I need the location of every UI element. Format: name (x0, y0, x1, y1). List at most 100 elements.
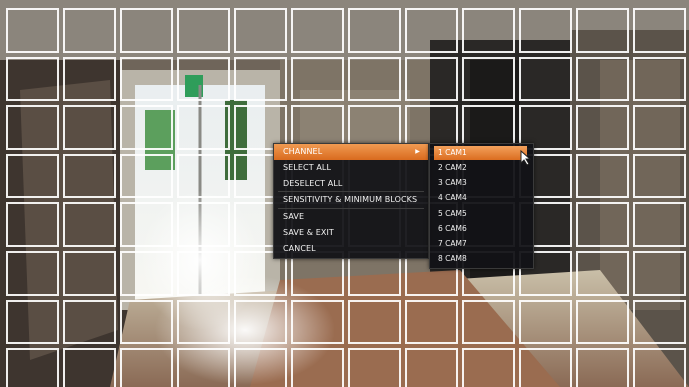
grid-cell[interactable] (405, 56, 458, 102)
grid-cell[interactable] (291, 299, 344, 345)
grid-cell[interactable] (234, 299, 287, 345)
grid-cell[interactable] (6, 56, 59, 102)
grid-cell[interactable] (120, 348, 173, 387)
grid-cell[interactable] (576, 105, 629, 150)
grid-cell[interactable] (234, 348, 287, 387)
grid-cell[interactable] (633, 153, 686, 199)
grid-cell[interactable] (519, 299, 572, 345)
grid-cell[interactable] (6, 153, 59, 199)
grid-cell[interactable] (120, 56, 173, 102)
triangle-right-icon: ▶ (415, 148, 420, 155)
grid-cell[interactable] (177, 56, 230, 102)
submenu-item-cam3[interactable]: 3 CAM3 (430, 175, 533, 190)
grid-cell[interactable] (63, 56, 116, 102)
menu-item-label: SENSITIVITY & MINIMUM BLOCKS (283, 195, 418, 205)
menu-item-channel[interactable]: CHANNEL ▶ (274, 144, 428, 160)
grid-cell[interactable] (291, 56, 344, 102)
grid-cell[interactable] (576, 202, 629, 247)
motion-detection-screen: CHANNEL ▶ SELECT ALL DESELECT ALL SENSIT… (0, 0, 689, 387)
grid-cell[interactable] (576, 250, 629, 296)
menu-item-label: SAVE & EXIT (283, 227, 334, 237)
submenu-item-cam2[interactable]: 2 CAM2 (430, 160, 533, 175)
grid-cell[interactable] (405, 348, 458, 387)
grid-cell[interactable] (291, 348, 344, 387)
grid-cell[interactable] (120, 202, 173, 247)
submenu-item-label: 3 CAM3 (438, 178, 467, 188)
menu-item-save-exit[interactable]: SAVE & EXIT (274, 225, 428, 241)
grid-cell[interactable] (177, 348, 230, 387)
grid-cell[interactable] (462, 299, 515, 345)
grid-cell[interactable] (462, 8, 515, 53)
grid-cell[interactable] (63, 250, 116, 296)
submenu-item-label: 8 CAM8 (438, 254, 467, 264)
menu-item-deselect-all[interactable]: DESELECT ALL (274, 176, 428, 192)
submenu-item-cam4[interactable]: 4 CAM4 (430, 190, 533, 205)
grid-cell[interactable] (63, 299, 116, 345)
grid-cell[interactable] (348, 8, 401, 53)
grid-cell[interactable] (234, 8, 287, 53)
grid-cell[interactable] (63, 153, 116, 199)
grid-cell[interactable] (633, 8, 686, 53)
grid-cell[interactable] (291, 8, 344, 53)
grid-cell[interactable] (120, 250, 173, 296)
grid-cell[interactable] (348, 299, 401, 345)
grid-cell[interactable] (177, 299, 230, 345)
grid-cell[interactable] (63, 348, 116, 387)
menu-item-label: CANCEL (283, 243, 316, 253)
grid-cell[interactable] (63, 8, 116, 53)
grid-cell[interactable] (633, 348, 686, 387)
grid-cell[interactable] (6, 348, 59, 387)
grid-cell[interactable] (633, 250, 686, 296)
menu-item-label: SELECT ALL (283, 162, 332, 172)
grid-cell[interactable] (63, 105, 116, 150)
grid-cell[interactable] (633, 56, 686, 102)
grid-cell[interactable] (519, 8, 572, 53)
grid-cell[interactable] (576, 153, 629, 199)
grid-cell[interactable] (633, 105, 686, 150)
menu-item-select-all[interactable]: SELECT ALL (274, 160, 428, 176)
grid-cell[interactable] (405, 8, 458, 53)
grid-cell[interactable] (177, 8, 230, 53)
menu-item-sensitivity[interactable]: SENSITIVITY & MINIMUM BLOCKS (274, 192, 428, 208)
grid-cell[interactable] (576, 8, 629, 53)
grid-cell[interactable] (120, 105, 173, 150)
grid-cell[interactable] (576, 299, 629, 345)
grid-cell[interactable] (348, 348, 401, 387)
grid-cell[interactable] (177, 153, 230, 199)
submenu-item-label: 2 CAM2 (438, 163, 467, 172)
mouse-pointer-icon (520, 149, 532, 170)
grid-cell[interactable] (6, 8, 59, 53)
grid-cell[interactable] (633, 202, 686, 247)
menu-item-cancel[interactable]: CANCEL (274, 241, 428, 257)
grid-cell[interactable] (576, 348, 629, 387)
submenu-item-cam5[interactable]: 5 CAM5 (430, 206, 533, 221)
grid-cell[interactable] (519, 348, 572, 387)
submenu-item-cam8[interactable]: 8 CAM8 (430, 251, 533, 266)
submenu-item-cam6[interactable]: 6 CAM6 (430, 221, 533, 236)
grid-cell[interactable] (6, 202, 59, 247)
submenu-item-cam1[interactable]: 1 CAM1 (434, 146, 527, 160)
menu-item-label: DESELECT ALL (283, 178, 343, 188)
grid-cell[interactable] (462, 348, 515, 387)
grid-cell[interactable] (234, 56, 287, 102)
grid-cell[interactable] (177, 250, 230, 296)
submenu-item-cam7[interactable]: 7 CAM7 (430, 236, 533, 251)
grid-cell[interactable] (177, 202, 230, 247)
grid-cell[interactable] (6, 250, 59, 296)
grid-cell[interactable] (348, 56, 401, 102)
grid-cell[interactable] (177, 105, 230, 150)
grid-cell[interactable] (6, 105, 59, 150)
grid-cell[interactable] (6, 299, 59, 345)
grid-cell[interactable] (63, 202, 116, 247)
menu-item-save[interactable]: SAVE (274, 209, 428, 225)
grid-cell[interactable] (519, 56, 572, 102)
grid-cell[interactable] (120, 8, 173, 53)
grid-cell[interactable] (576, 56, 629, 102)
grid-cell[interactable] (633, 299, 686, 345)
grid-cell[interactable] (120, 299, 173, 345)
grid-cell[interactable] (120, 153, 173, 199)
menu-item-label: SAVE (283, 212, 305, 221)
channel-submenu: 1 CAM1 2 CAM2 3 CAM3 4 CAM4 5 CAM5 6 CAM… (429, 143, 534, 269)
grid-cell[interactable] (462, 56, 515, 102)
grid-cell[interactable] (405, 299, 458, 345)
